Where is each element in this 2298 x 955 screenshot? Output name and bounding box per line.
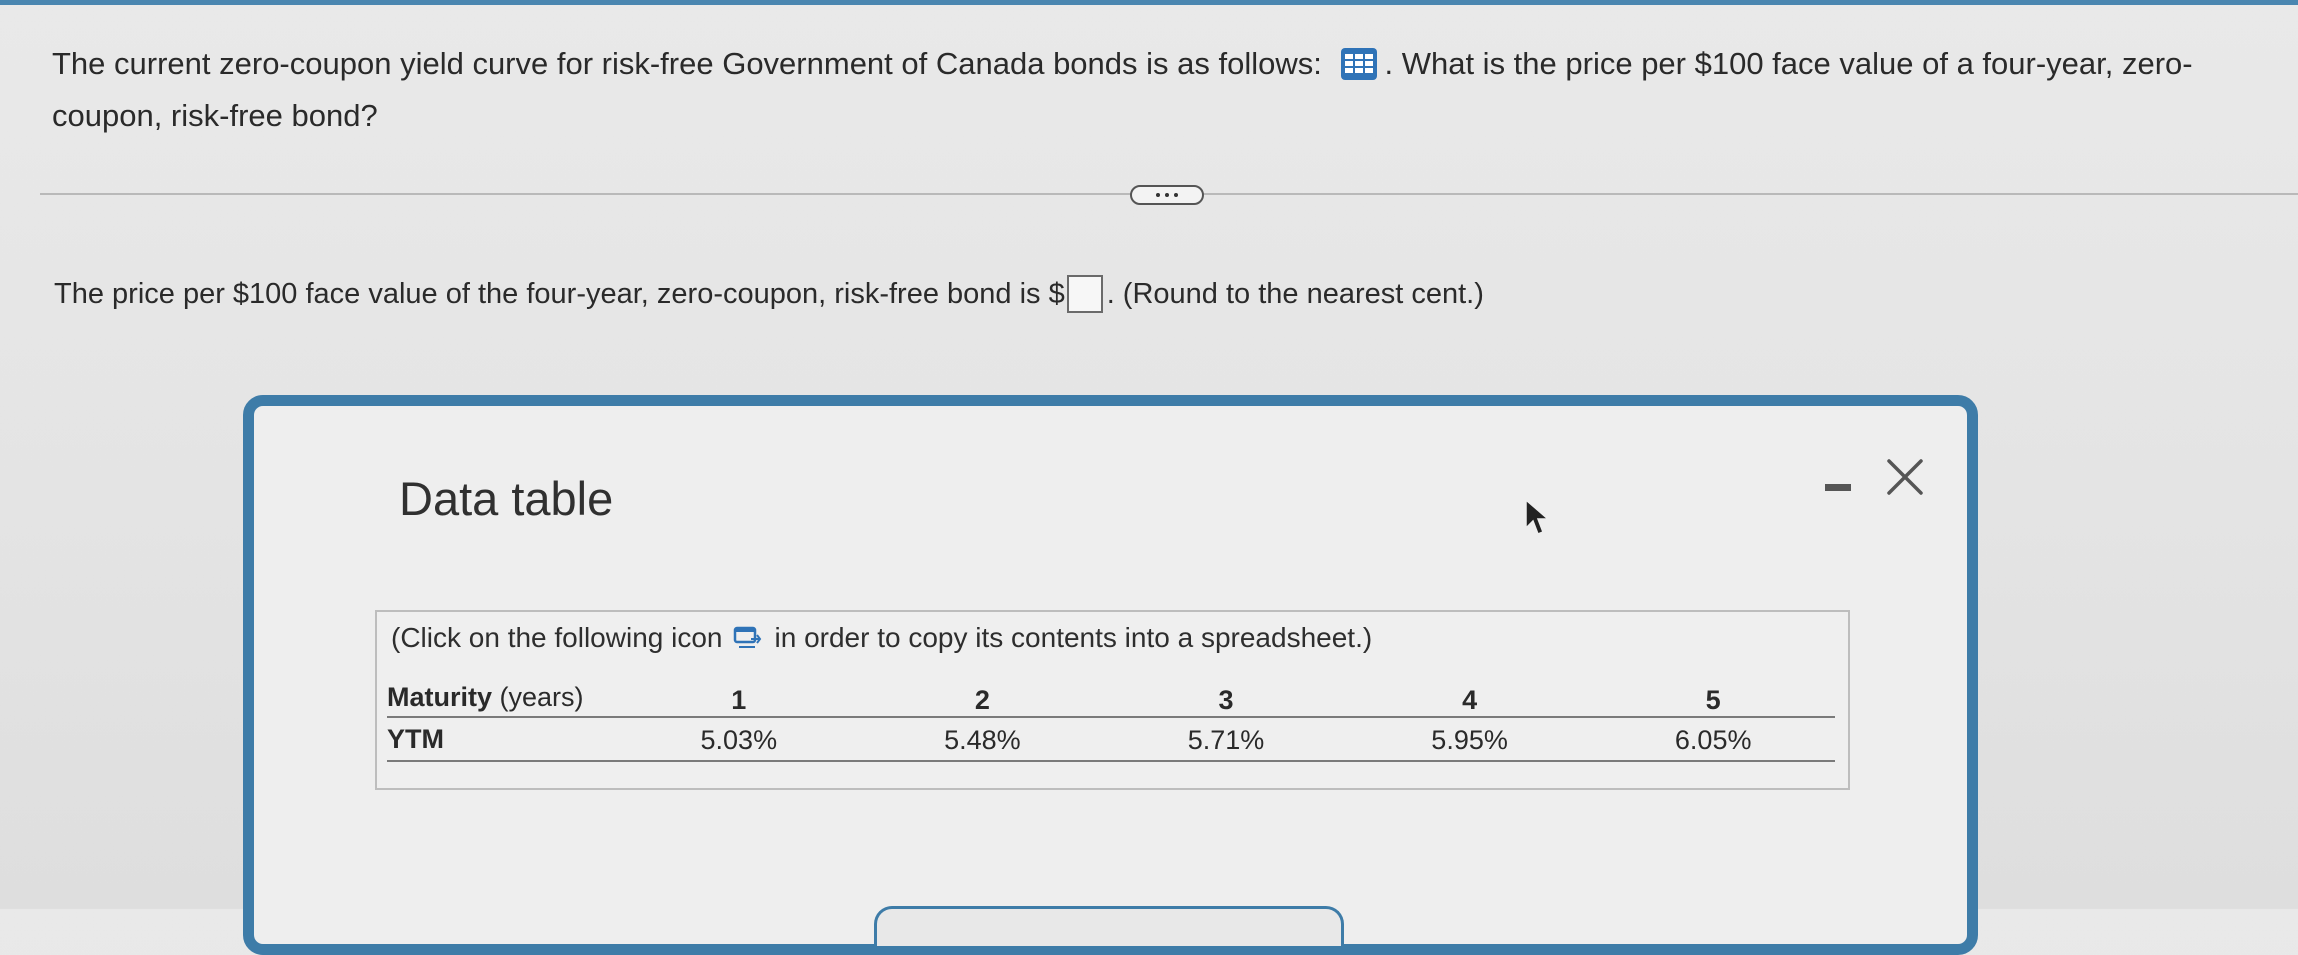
maturity-header: Maturity (years)	[387, 681, 584, 712]
minimize-icon[interactable]	[1825, 474, 1853, 504]
rounding-note: (Round to the nearest cent.)	[1122, 278, 1484, 310]
instruction-text-part-2: in order to copy its contents into a spr…	[774, 622, 1373, 653]
data-table-box: (Click on the following icon in order to…	[375, 610, 1850, 790]
maturity-cell: 1	[731, 685, 747, 715]
yield-data-table: Maturity (years) 1 2 3 4 5 YTM 5.03% 5.4…	[387, 678, 1835, 762]
instruction-text-part-1: (Click on the following icon	[391, 622, 723, 653]
ytm-cell: 5.03%	[700, 725, 778, 755]
table-header-row: Maturity (years) 1 2 3 4 5	[387, 678, 1835, 717]
table-row: YTM 5.03% 5.48% 5.71% 5.95% 6.05%	[387, 717, 1835, 761]
ytm-cell: 5.48%	[944, 725, 1021, 755]
close-icon[interactable]	[1884, 456, 1926, 498]
more-icon[interactable]	[1130, 185, 1204, 205]
question-text: The current zero-coupon yield curve for …	[52, 38, 2242, 142]
dialog-title: Data table	[399, 472, 614, 525]
question-text-part-1: The current zero-coupon yield curve for …	[52, 46, 1331, 81]
answer-line: The price per $100 face value of the fou…	[54, 272, 1484, 316]
maturity-cell: 4	[1462, 685, 1478, 715]
ytm-cell: 6.05%	[1674, 725, 1752, 755]
cursor-icon	[1524, 498, 1551, 538]
answer-suffix: .	[1106, 278, 1115, 310]
maturity-cell: 2	[974, 685, 990, 715]
data-table-dialog: Data table (Click on the following icon …	[243, 395, 1978, 955]
answer-input[interactable]	[1066, 275, 1103, 313]
ytm-row-label: YTM	[387, 723, 444, 754]
copy-instruction: (Click on the following icon in order to…	[391, 622, 1372, 654]
dialog-bottom-button[interactable]	[874, 906, 1344, 946]
ytm-cell: 5.95%	[1431, 725, 1508, 755]
copy-icon[interactable]	[733, 625, 763, 651]
top-accent-strip	[0, 0, 2298, 5]
maturity-cell: 5	[1705, 685, 1721, 715]
maturity-cell: 3	[1218, 685, 1234, 715]
table-icon[interactable]	[1340, 45, 1378, 80]
ytm-cell: 5.71%	[1187, 725, 1265, 755]
answer-prefix: The price per $100 face value of the fou…	[54, 278, 1065, 310]
